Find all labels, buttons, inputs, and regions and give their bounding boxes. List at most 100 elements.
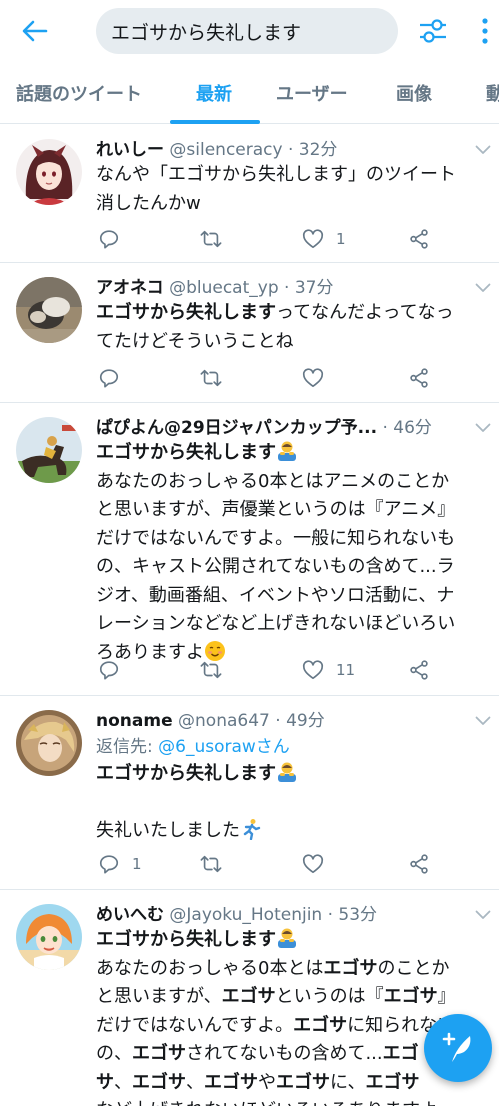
top-bar: エゴサから失礼します — [0, 0, 499, 64]
tweet-text: エゴサから失礼します 失礼いたしました — [96, 760, 492, 846]
tweet-actions: 11 — [96, 657, 436, 683]
like-button[interactable] — [302, 365, 324, 391]
tab-videos[interactable]: 動 — [486, 68, 499, 123]
share-button[interactable] — [408, 365, 430, 391]
overflow-menu-icon[interactable] — [478, 16, 492, 46]
share-icon — [408, 853, 430, 875]
share-button[interactable] — [408, 226, 430, 252]
chevron-down-icon[interactable] — [475, 910, 491, 920]
reply-context: 返信先: @6_usorawさん — [96, 736, 290, 758]
retweet-icon — [200, 228, 222, 250]
timestamp: 46分 — [393, 418, 432, 438]
bowing-person-emoji-icon — [276, 440, 298, 462]
bowing-person-emoji-icon — [276, 927, 298, 949]
share-icon — [408, 367, 430, 389]
display-name[interactable]: めいへむ — [96, 905, 164, 925]
chevron-down-icon[interactable] — [475, 283, 491, 293]
tweet-header: アオネコ @bluecat_yp · 37分 — [96, 278, 334, 298]
tweet-header: noname @nona647 · 49分 — [96, 711, 325, 731]
chevron-down-icon[interactable] — [475, 423, 491, 433]
timestamp: 49分 — [286, 711, 325, 731]
tweet-actions: 1 — [96, 226, 436, 252]
tweet-text: エゴサから失礼します あなたのおっしゃる0本とはエゴサのことか と思いますが、エゴサ… — [96, 927, 474, 1106]
avatar[interactable] — [16, 139, 82, 205]
search-tabs: 話題のツイート 最新 ユーザー 画像 動 — [0, 68, 499, 124]
tweet-text: なんや「エゴサから失礼します」のツイート 消したんかw — [96, 164, 456, 214]
retweet-button[interactable] — [200, 657, 222, 683]
reply-to-link[interactable]: @6_usorawさん — [158, 737, 290, 757]
timestamp: 37分 — [294, 278, 334, 298]
tweet-header: めいへむ @Jayoku_Hotenjin · 53分 — [96, 905, 378, 925]
share-icon — [408, 659, 430, 681]
reply-count: 1 — [132, 855, 142, 873]
tweet-item[interactable]: れいしー @silenceracy · 32分 なんや「エゴサから失礼します」の… — [0, 125, 499, 263]
like-button[interactable] — [302, 851, 324, 877]
like-button[interactable]: 1 — [302, 226, 346, 252]
retweet-button[interactable] — [200, 226, 222, 252]
retweet-button[interactable] — [200, 851, 222, 877]
reply-button[interactable] — [98, 226, 120, 252]
retweet-icon — [200, 659, 222, 681]
user-handle: @Jayoku_Hotenjin — [169, 905, 323, 925]
active-tab-indicator — [170, 120, 260, 124]
user-handle: @nona647 — [178, 711, 270, 731]
user-handle: @silenceracy — [169, 140, 283, 160]
like-count: 11 — [336, 661, 356, 679]
tweet-item[interactable]: めいへむ @Jayoku_Hotenjin · 53分 エゴサから失礼します あな… — [0, 890, 499, 1106]
retweet-icon — [200, 367, 222, 389]
reply-button[interactable]: 1 — [98, 851, 142, 877]
like-count: 1 — [336, 230, 346, 248]
tab-latest[interactable]: 最新 — [196, 68, 232, 123]
display-name[interactable]: アオネコ — [96, 278, 164, 298]
search-input[interactable]: エゴサから失礼します — [96, 8, 398, 54]
display-name[interactable]: れいしー — [96, 140, 164, 160]
chevron-down-icon[interactable] — [475, 716, 491, 726]
reply-icon — [98, 367, 120, 389]
timestamp: 32分 — [298, 140, 338, 160]
user-handle: @bluecat_yp — [169, 278, 279, 298]
tab-top[interactable]: 話題のツイート — [16, 68, 142, 123]
retweet-button[interactable] — [200, 365, 222, 391]
reply-button[interactable] — [98, 365, 120, 391]
tab-people[interactable]: ユーザー — [276, 68, 348, 123]
timestamp: 53分 — [338, 905, 378, 925]
tweet-actions — [96, 365, 436, 391]
display-name[interactable]: noname — [96, 711, 173, 731]
back-arrow-icon[interactable] — [20, 16, 50, 46]
avatar[interactable] — [16, 277, 82, 343]
avatar[interactable] — [16, 417, 82, 483]
reply-icon — [98, 659, 120, 681]
tweet-actions: 1 — [96, 851, 436, 877]
reply-button[interactable] — [98, 657, 120, 683]
avatar[interactable] — [16, 904, 82, 970]
compose-feather-plus-icon — [442, 1032, 471, 1062]
tweet-item[interactable]: noname @nona647 · 49分 返信先: @6_usorawさん エ… — [0, 696, 499, 890]
heart-icon — [302, 367, 324, 389]
heart-icon — [302, 228, 324, 250]
tweet-text: エゴサから失礼しますってなんだよってなっ てたけどそういうことね — [96, 302, 454, 352]
share-icon — [408, 228, 430, 250]
compose-tweet-button[interactable] — [424, 1014, 492, 1082]
heart-icon — [302, 659, 324, 681]
heart-icon — [302, 853, 324, 875]
chevron-down-icon[interactable] — [475, 145, 491, 155]
display-name[interactable]: ぱぴよん@29日ジャパンカップ予... — [96, 418, 377, 438]
like-button[interactable]: 11 — [302, 657, 355, 683]
tweet-header: ぱぴよん@29日ジャパンカップ予... · 46分 — [96, 418, 432, 438]
search-query: エゴサから失礼します — [111, 21, 302, 44]
share-button[interactable] — [408, 657, 430, 683]
reply-prefix: 返信先: — [96, 737, 153, 757]
retweet-icon — [200, 853, 222, 875]
share-button[interactable] — [408, 851, 430, 877]
bowing-person-emoji-icon — [276, 761, 298, 783]
tweet-item[interactable]: アオネコ @bluecat_yp · 37分 エゴサから失礼しますってなんだよっ… — [0, 263, 499, 403]
tweet-header: れいしー @silenceracy · 32分 — [96, 140, 338, 160]
running-person-emoji-icon — [240, 818, 262, 840]
tab-photos[interactable]: 画像 — [396, 68, 432, 123]
avatar[interactable] — [16, 710, 82, 776]
tweet-text: エゴサから失礼します あなたのおっしゃる0本とはアニメのことか と思いますが、声優業… — [96, 440, 456, 663]
filter-sliders-icon[interactable] — [418, 16, 448, 46]
reply-icon — [98, 853, 120, 875]
tweet-item[interactable]: ぱぴよん@29日ジャパンカップ予... · 46分 エゴサから失礼します あなたの… — [0, 403, 499, 696]
reply-icon — [98, 228, 120, 250]
